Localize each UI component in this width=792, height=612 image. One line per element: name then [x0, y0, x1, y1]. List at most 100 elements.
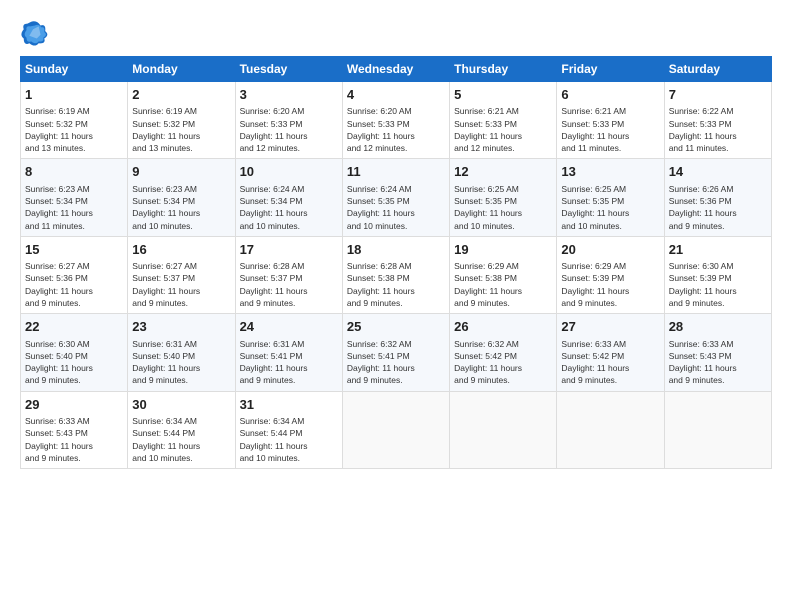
day-number: 22	[25, 318, 123, 336]
day-info: Sunrise: 6:21 AM Sunset: 5:33 PM Dayligh…	[561, 105, 659, 154]
calendar-cell: 1Sunrise: 6:19 AM Sunset: 5:32 PM Daylig…	[21, 82, 128, 159]
calendar-cell: 28 Sunrise: 6:33 AM Sunset: 5:43 PM Dayli…	[664, 314, 771, 391]
day-number: 26	[454, 318, 552, 336]
calendar-cell: 8Sunrise: 6:23 AM Sunset: 5:34 PM Daylig…	[21, 159, 128, 236]
calendar-cell: 26 Sunrise: 6:32 AM Sunset: 5:42 PM Dayli…	[450, 314, 557, 391]
day-number: 31	[240, 396, 338, 414]
day-info: Sunrise: 6:26 AM Sunset: 5:36 PM Dayligh…	[669, 183, 767, 232]
calendar-cell: 18Sunrise: 6:28 AM Sunset: 5:38 PM Dayli…	[342, 236, 449, 313]
day-number: 10	[240, 163, 338, 181]
day-number: 5	[454, 86, 552, 104]
day-number: 28	[669, 318, 767, 336]
calendar-cell: 16Sunrise: 6:27 AM Sunset: 5:37 PM Dayli…	[128, 236, 235, 313]
calendar-header-sunday: Sunday	[21, 57, 128, 82]
day-info: Sunrise: 6:20 AM Sunset: 5:33 PM Dayligh…	[347, 105, 445, 154]
logo-icon	[20, 18, 48, 46]
calendar-cell: 25 Sunrise: 6:32 AM Sunset: 5:41 PM Dayli…	[342, 314, 449, 391]
day-number: 18	[347, 241, 445, 259]
day-number: 16	[132, 241, 230, 259]
calendar-cell	[664, 391, 771, 468]
calendar-header-tuesday: Tuesday	[235, 57, 342, 82]
calendar-cell: 13Sunrise: 6:25 AM Sunset: 5:35 PM Dayli…	[557, 159, 664, 236]
calendar-cell	[450, 391, 557, 468]
day-number: 11	[347, 163, 445, 181]
day-info: Sunrise: 6:24 AM Sunset: 5:34 PM Dayligh…	[240, 183, 338, 232]
calendar-header-wednesday: Wednesday	[342, 57, 449, 82]
day-info: Sunrise: 6:22 AM Sunset: 5:33 PM Dayligh…	[669, 105, 767, 154]
day-info: Sunrise: 6:29 AM Sunset: 5:39 PM Dayligh…	[561, 260, 659, 309]
day-info: Sunrise: 6:32 AM Sunset: 5:42 PM Dayligh…	[454, 338, 552, 387]
calendar-cell	[557, 391, 664, 468]
day-info: Sunrise: 6:33 AM Sunset: 5:42 PM Dayligh…	[561, 338, 659, 387]
day-number: 9	[132, 163, 230, 181]
calendar-week-4: 22 Sunrise: 6:30 AM Sunset: 5:40 PM Dayli…	[21, 314, 772, 391]
day-info: Sunrise: 6:23 AM Sunset: 5:34 PM Dayligh…	[25, 183, 123, 232]
day-info: Sunrise: 6:28 AM Sunset: 5:37 PM Dayligh…	[240, 260, 338, 309]
day-info: Sunrise: 6:33 AM Sunset: 5:43 PM Dayligh…	[669, 338, 767, 387]
day-info: Sunrise: 6:34 AM Sunset: 5:44 PM Dayligh…	[132, 415, 230, 464]
day-info: Sunrise: 6:27 AM Sunset: 5:36 PM Dayligh…	[25, 260, 123, 309]
calendar-header-friday: Friday	[557, 57, 664, 82]
calendar-cell: 3Sunrise: 6:20 AM Sunset: 5:33 PM Daylig…	[235, 82, 342, 159]
day-info: Sunrise: 6:30 AM Sunset: 5:39 PM Dayligh…	[669, 260, 767, 309]
day-number: 15	[25, 241, 123, 259]
calendar-cell: 4Sunrise: 6:20 AM Sunset: 5:33 PM Daylig…	[342, 82, 449, 159]
calendar-cell: 15Sunrise: 6:27 AM Sunset: 5:36 PM Dayli…	[21, 236, 128, 313]
day-info: Sunrise: 6:27 AM Sunset: 5:37 PM Dayligh…	[132, 260, 230, 309]
day-number: 27	[561, 318, 659, 336]
calendar-cell: 10 Sunrise: 6:24 AM Sunset: 5:34 PM Dayli…	[235, 159, 342, 236]
day-info: Sunrise: 6:30 AM Sunset: 5:40 PM Dayligh…	[25, 338, 123, 387]
day-number: 23	[132, 318, 230, 336]
calendar-week-2: 8Sunrise: 6:23 AM Sunset: 5:34 PM Daylig…	[21, 159, 772, 236]
header	[20, 18, 772, 46]
day-number: 24	[240, 318, 338, 336]
day-info: Sunrise: 6:28 AM Sunset: 5:38 PM Dayligh…	[347, 260, 445, 309]
day-number: 17	[240, 241, 338, 259]
day-info: Sunrise: 6:32 AM Sunset: 5:41 PM Dayligh…	[347, 338, 445, 387]
day-number: 6	[561, 86, 659, 104]
day-number: 14	[669, 163, 767, 181]
calendar-week-3: 15Sunrise: 6:27 AM Sunset: 5:36 PM Dayli…	[21, 236, 772, 313]
day-number: 7	[669, 86, 767, 104]
calendar-week-1: 1Sunrise: 6:19 AM Sunset: 5:32 PM Daylig…	[21, 82, 772, 159]
day-info: Sunrise: 6:19 AM Sunset: 5:32 PM Dayligh…	[25, 105, 123, 154]
calendar-header-row: SundayMondayTuesdayWednesdayThursdayFrid…	[21, 57, 772, 82]
day-number: 3	[240, 86, 338, 104]
day-number: 13	[561, 163, 659, 181]
calendar-cell: 17Sunrise: 6:28 AM Sunset: 5:37 PM Dayli…	[235, 236, 342, 313]
calendar-cell: 19Sunrise: 6:29 AM Sunset: 5:38 PM Dayli…	[450, 236, 557, 313]
day-number: 25	[347, 318, 445, 336]
day-info: Sunrise: 6:23 AM Sunset: 5:34 PM Dayligh…	[132, 183, 230, 232]
calendar-header-saturday: Saturday	[664, 57, 771, 82]
day-info: Sunrise: 6:25 AM Sunset: 5:35 PM Dayligh…	[454, 183, 552, 232]
day-number: 20	[561, 241, 659, 259]
day-info: Sunrise: 6:19 AM Sunset: 5:32 PM Dayligh…	[132, 105, 230, 154]
day-info: Sunrise: 6:29 AM Sunset: 5:38 PM Dayligh…	[454, 260, 552, 309]
day-info: Sunrise: 6:24 AM Sunset: 5:35 PM Dayligh…	[347, 183, 445, 232]
day-number: 19	[454, 241, 552, 259]
day-number: 21	[669, 241, 767, 259]
calendar-cell: 11 Sunrise: 6:24 AM Sunset: 5:35 PM Dayli…	[342, 159, 449, 236]
day-number: 29	[25, 396, 123, 414]
calendar-cell: 24 Sunrise: 6:31 AM Sunset: 5:41 PM Dayli…	[235, 314, 342, 391]
day-info: Sunrise: 6:34 AM Sunset: 5:44 PM Dayligh…	[240, 415, 338, 464]
day-info: Sunrise: 6:31 AM Sunset: 5:41 PM Dayligh…	[240, 338, 338, 387]
day-number: 12	[454, 163, 552, 181]
calendar-cell: 12 Sunrise: 6:25 AM Sunset: 5:35 PM Dayli…	[450, 159, 557, 236]
day-info: Sunrise: 6:20 AM Sunset: 5:33 PM Dayligh…	[240, 105, 338, 154]
calendar-week-5: 29Sunrise: 6:33 AM Sunset: 5:43 PM Dayli…	[21, 391, 772, 468]
day-info: Sunrise: 6:31 AM Sunset: 5:40 PM Dayligh…	[132, 338, 230, 387]
day-info: Sunrise: 6:33 AM Sunset: 5:43 PM Dayligh…	[25, 415, 123, 464]
calendar-table: SundayMondayTuesdayWednesdayThursdayFrid…	[20, 56, 772, 469]
calendar-cell: 9 Sunrise: 6:23 AM Sunset: 5:34 PM Daylig…	[128, 159, 235, 236]
calendar-cell: 22 Sunrise: 6:30 AM Sunset: 5:40 PM Dayli…	[21, 314, 128, 391]
calendar-cell: 29Sunrise: 6:33 AM Sunset: 5:43 PM Dayli…	[21, 391, 128, 468]
day-number: 2	[132, 86, 230, 104]
day-number: 4	[347, 86, 445, 104]
calendar-cell: 27 Sunrise: 6:33 AM Sunset: 5:42 PM Dayli…	[557, 314, 664, 391]
calendar-cell: 23 Sunrise: 6:31 AM Sunset: 5:40 PM Dayli…	[128, 314, 235, 391]
calendar-header-thursday: Thursday	[450, 57, 557, 82]
day-number: 1	[25, 86, 123, 104]
calendar-cell: 7Sunrise: 6:22 AM Sunset: 5:33 PM Daylig…	[664, 82, 771, 159]
day-number: 30	[132, 396, 230, 414]
